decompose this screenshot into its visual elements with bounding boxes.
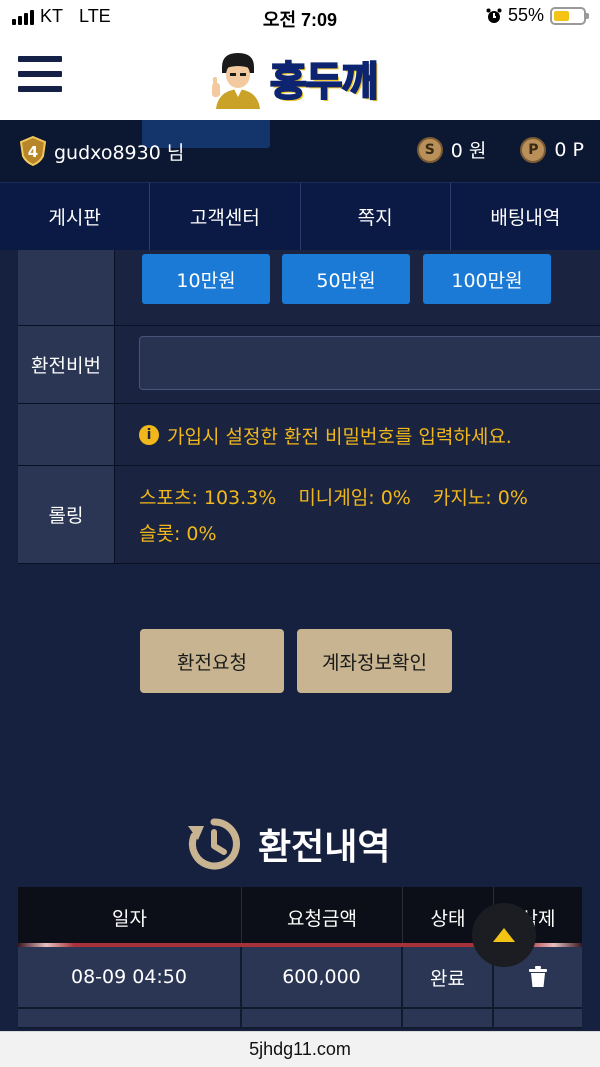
history-heading: 환전내역 bbox=[186, 816, 390, 872]
level-number: 4 bbox=[28, 143, 38, 161]
password-notice: i 가입시 설정한 환전 비밀번호를 입력하세요. bbox=[139, 404, 512, 466]
col-date: 일자 bbox=[18, 887, 242, 947]
account-info-button[interactable]: 계좌정보확인 bbox=[297, 629, 452, 693]
notice-row: i 가입시 설정한 환전 비밀번호를 입력하세요. bbox=[18, 404, 600, 466]
cash-balance: 0 원 bbox=[450, 140, 487, 162]
app-header: 홍두깨 bbox=[0, 34, 600, 120]
rolling-values: 스포츠: 103.3% 미니게임: 0% 카지노: 0% 슬롯: 0% bbox=[139, 480, 579, 552]
history-icon bbox=[188, 818, 240, 870]
withdraw-form: 10만원 50만원 100만원 환전비번 i 가입시 설정한 환전 비밀번호를 … bbox=[18, 250, 600, 564]
status-bar: KT LTE 오전 7:09 55% bbox=[0, 0, 600, 34]
row-date: 08-09 04:50 bbox=[18, 947, 242, 1007]
amount-row: 10만원 50만원 100만원 bbox=[18, 250, 600, 326]
level-shield-icon: 4 bbox=[20, 136, 46, 166]
withdraw-password-input[interactable] bbox=[139, 336, 600, 390]
rolling-row: 롤링 스포츠: 103.3% 미니게임: 0% 카지노: 0% 슬롯: 0% bbox=[18, 466, 600, 564]
rolling-label: 롤링 bbox=[18, 466, 115, 563]
alarm-icon bbox=[486, 8, 502, 23]
points-coin-icon: P bbox=[520, 136, 547, 163]
tab-customer-center[interactable]: 고객센터 bbox=[150, 183, 301, 250]
points-balance: 0 P bbox=[554, 138, 584, 161]
scroll-top-button[interactable] bbox=[472, 903, 536, 967]
tab-board[interactable]: 게시판 bbox=[0, 183, 151, 250]
rolling-slot: 슬롯: 0% bbox=[139, 523, 217, 545]
amount-10-button[interactable]: 10만원 bbox=[142, 254, 270, 304]
user-info: 4 gudxo8930 님 bbox=[20, 136, 184, 166]
tab-messages[interactable]: 쪽지 bbox=[301, 183, 451, 250]
cash-coin-icon: S bbox=[416, 136, 443, 163]
username: gudxo8930 님 bbox=[54, 141, 185, 164]
site-logo[interactable]: 홍두깨 bbox=[208, 44, 398, 112]
notice-text: 가입시 설정한 환전 비밀번호를 입력하세요. bbox=[167, 425, 512, 448]
nav-tabs: 게시판 고객센터 쪽지 배팅내역 bbox=[0, 182, 600, 250]
battery-info: 55% bbox=[486, 5, 589, 26]
amount-50-button[interactable]: 50만원 bbox=[282, 254, 410, 304]
amount-100-button[interactable]: 100만원 bbox=[423, 254, 551, 304]
trash-icon bbox=[529, 966, 547, 987]
info-icon: i bbox=[139, 425, 159, 445]
caret-up-icon bbox=[493, 928, 515, 942]
rolling-minigame: 미니게임: 0% bbox=[298, 487, 411, 509]
balance-info: S 0 원 P 0 P bbox=[416, 136, 584, 163]
password-label: 환전비번 bbox=[18, 326, 115, 403]
browser-url-bar[interactable]: 5jhdg11.com bbox=[0, 1031, 600, 1067]
rolling-casino: 카지노: 0% bbox=[432, 487, 528, 509]
history-title: 환전내역 bbox=[258, 827, 391, 868]
row-amount: 600,000 bbox=[242, 947, 403, 1007]
logo-text: 홍두깨 bbox=[269, 58, 379, 106]
mascot-icon bbox=[212, 53, 260, 109]
user-bar: 4 gudxo8930 님 S 0 원 P 0 P bbox=[0, 120, 600, 182]
hamburger-icon[interactable] bbox=[18, 56, 62, 96]
tab-bet-history[interactable]: 배팅내역 bbox=[451, 183, 600, 250]
battery-percent: 55% bbox=[507, 5, 544, 25]
battery-icon bbox=[550, 6, 589, 25]
table-row bbox=[18, 1009, 582, 1029]
col-amount: 요청금액 bbox=[242, 887, 403, 947]
amount-row-label bbox=[18, 250, 115, 325]
rolling-sports: 스포츠: 103.3% bbox=[139, 487, 277, 509]
password-row: 환전비번 bbox=[18, 326, 600, 404]
withdraw-request-button[interactable]: 환전요청 bbox=[140, 629, 284, 693]
